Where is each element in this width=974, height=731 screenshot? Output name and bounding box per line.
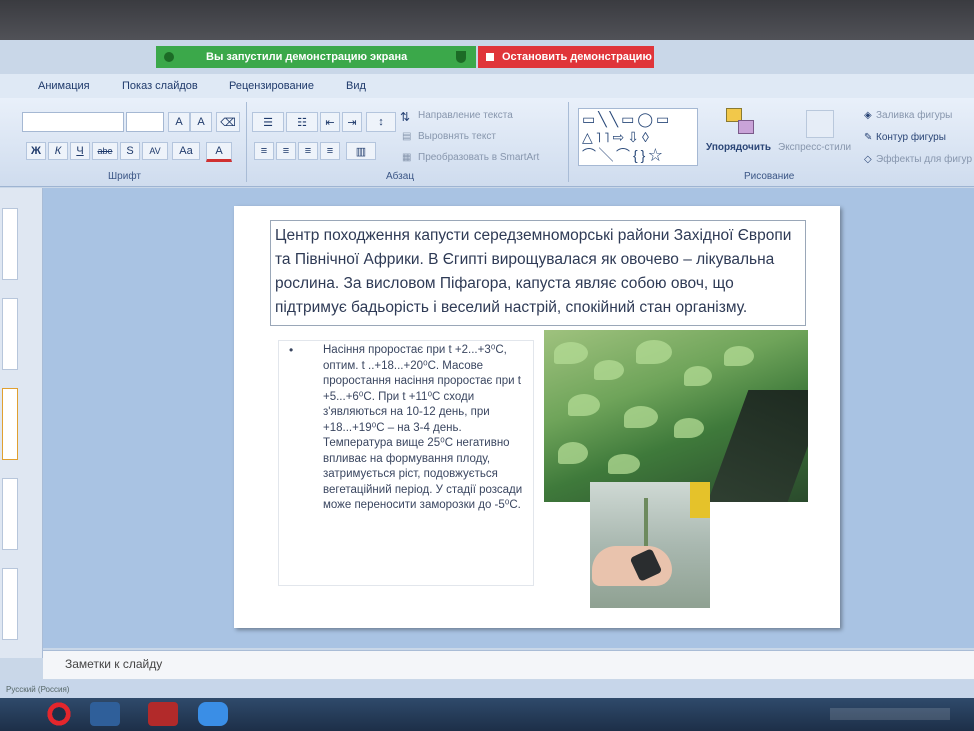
bullet-marker: • bbox=[289, 343, 294, 357]
shadow-button[interactable]: S bbox=[120, 142, 140, 160]
slide-thumbnail[interactable] bbox=[2, 208, 18, 280]
italic-button[interactable]: К bbox=[48, 142, 68, 160]
share-indicator-icon bbox=[164, 52, 174, 62]
change-case-button[interactable]: Aa bbox=[172, 142, 200, 160]
shape-effects-icon: ◇ bbox=[864, 154, 872, 165]
grow-font-button[interactable]: A bbox=[168, 112, 190, 132]
numbering-button[interactable]: ☷ bbox=[286, 112, 318, 132]
zoom-icon[interactable] bbox=[198, 702, 228, 726]
bold-button[interactable]: Ж bbox=[26, 142, 46, 160]
quick-styles-button[interactable]: Экспресс-стили bbox=[778, 142, 851, 153]
shield-icon bbox=[456, 51, 466, 63]
bullet-text: Насіння проростає при t +2...+3⁰С, оптим… bbox=[323, 344, 523, 511]
align-right-button[interactable]: ≡ bbox=[298, 142, 318, 160]
strikethrough-button[interactable]: abe bbox=[92, 142, 118, 160]
shape-outline-icon: ✎ bbox=[864, 132, 873, 143]
taskbar-app-icon[interactable] bbox=[90, 702, 120, 726]
shapes-gallery[interactable]: ▭╲╲▭◯▭ △˥˥⇨⇩◊ ⌒╲⌒{}☆ bbox=[578, 108, 698, 166]
arrange-icon bbox=[726, 108, 754, 138]
status-bar: Русский (Россия) bbox=[0, 680, 974, 700]
columns-button[interactable]: ▥ bbox=[346, 142, 376, 160]
shape-fill-icon: ◈ bbox=[864, 110, 872, 121]
tab-slideshow[interactable]: Показ слайдов bbox=[122, 80, 198, 92]
align-left-button[interactable]: ≡ bbox=[254, 142, 274, 160]
slide-thumbnails-panel[interactable] bbox=[0, 188, 43, 658]
increase-indent-button[interactable]: ⇥ bbox=[342, 112, 362, 132]
slide-thumbnail[interactable] bbox=[2, 388, 18, 460]
slide-content-textbox[interactable]: • Насіння проростає при t +2...+3⁰С, опт… bbox=[278, 340, 534, 586]
align-text-button[interactable]: Выровнять текст bbox=[418, 131, 496, 142]
text-direction-button[interactable]: Направление текста bbox=[418, 110, 513, 121]
font-group-label: Шрифт bbox=[108, 171, 141, 182]
stop-sharing-button[interactable]: Остановить демонстрацию bbox=[478, 46, 654, 68]
slide-title-textbox[interactable]: Центр походження капусти середземноморсь… bbox=[270, 220, 806, 326]
seedling-in-hand-photo[interactable] bbox=[590, 482, 710, 608]
convert-smartart-button[interactable]: Преобразовать в SmartArt bbox=[418, 152, 539, 163]
language-indicator[interactable]: Русский (Россия) bbox=[6, 685, 69, 694]
cabbage-seedlings-photo[interactable] bbox=[544, 330, 808, 502]
font-color-button[interactable]: A bbox=[206, 142, 232, 162]
stop-sharing-label: Остановить демонстрацию bbox=[502, 51, 652, 63]
paragraph-group-label: Абзац bbox=[386, 171, 415, 182]
line-spacing-button[interactable]: ↕ bbox=[366, 112, 396, 132]
decrease-indent-button[interactable]: ⇤ bbox=[320, 112, 340, 132]
align-center-button[interactable]: ≡ bbox=[276, 142, 296, 160]
arrange-button[interactable]: Упорядочить bbox=[706, 142, 771, 153]
justify-button[interactable]: ≡ bbox=[320, 142, 340, 160]
notes-placeholder: Заметки к слайду bbox=[65, 657, 163, 671]
opera-icon[interactable] bbox=[44, 702, 74, 726]
slide-thumbnail[interactable] bbox=[2, 478, 18, 550]
font-size-select[interactable] bbox=[126, 112, 164, 132]
screen-share-status: Вы запустили демонстрацию экрана bbox=[156, 46, 476, 68]
tab-view[interactable]: Вид bbox=[346, 80, 366, 92]
group-separator bbox=[246, 102, 247, 182]
clear-format-button[interactable]: ⌫ bbox=[216, 112, 240, 132]
slide-canvas[interactable]: Центр походження капусти середземноморсь… bbox=[234, 206, 840, 628]
bullets-button[interactable]: ☰ bbox=[252, 112, 284, 132]
char-spacing-button[interactable]: AV bbox=[142, 142, 168, 160]
smartart-icon: ▦ bbox=[402, 152, 412, 163]
underline-button[interactable]: Ч bbox=[70, 142, 90, 160]
shape-effects-button[interactable]: Эффекты для фигур bbox=[876, 154, 972, 165]
text-direction-icon: ⇅ bbox=[400, 110, 411, 124]
shape-outline-button[interactable]: Контур фигуры bbox=[876, 132, 946, 143]
tab-review[interactable]: Рецензирование bbox=[229, 80, 314, 92]
drawing-group-label: Рисование bbox=[744, 171, 795, 182]
share-status-text: Вы запустили демонстрацию экрана bbox=[206, 51, 408, 63]
quick-styles-icon bbox=[806, 110, 834, 138]
slide-thumbnail[interactable] bbox=[2, 298, 18, 370]
slide-notes-pane[interactable]: Заметки к слайду bbox=[43, 650, 974, 679]
shape-fill-button[interactable]: Заливка фигуры bbox=[876, 110, 952, 121]
stop-icon bbox=[486, 53, 494, 61]
taskbar-app-icon[interactable] bbox=[148, 702, 178, 726]
align-text-icon: ▤ bbox=[402, 131, 412, 142]
slide-thumbnail[interactable] bbox=[2, 568, 18, 640]
taskbar bbox=[0, 698, 974, 731]
system-tray[interactable] bbox=[830, 708, 950, 720]
tab-animation[interactable]: Анимация bbox=[38, 80, 90, 92]
group-separator bbox=[568, 102, 569, 182]
font-name-select[interactable] bbox=[22, 112, 124, 132]
shrink-font-button[interactable]: A bbox=[190, 112, 212, 132]
